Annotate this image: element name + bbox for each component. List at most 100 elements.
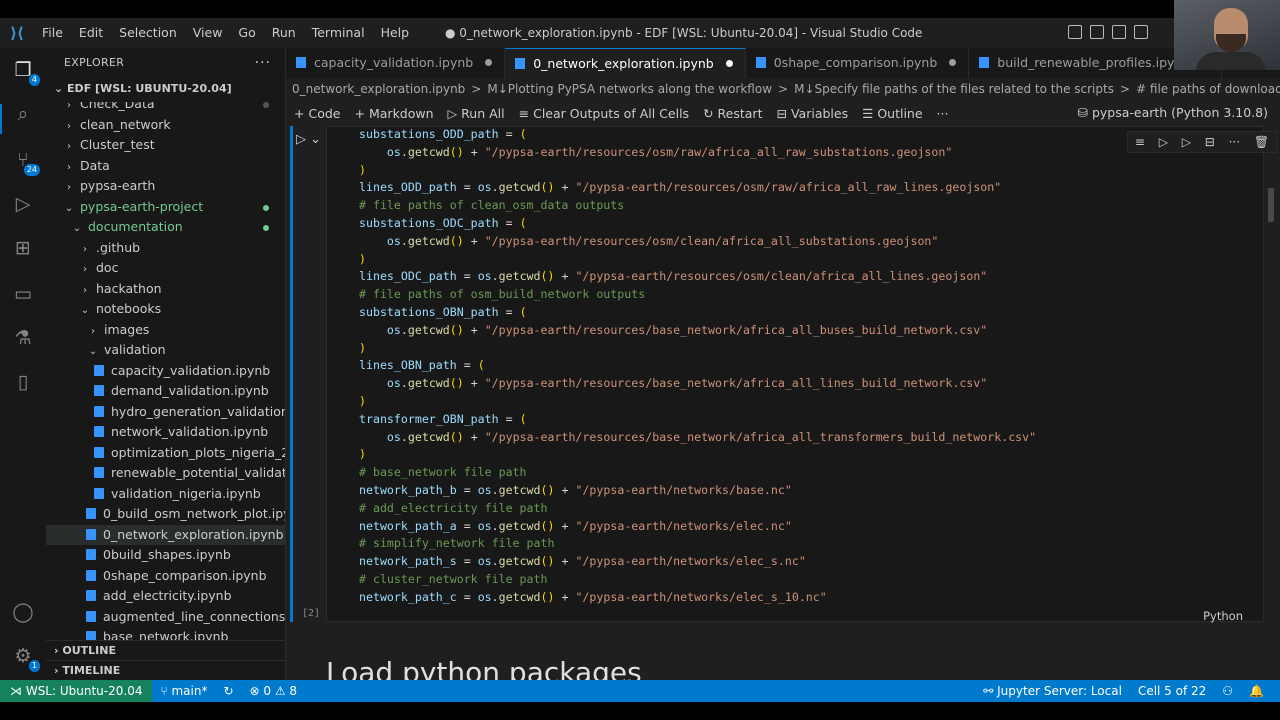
tree-folder[interactable]: › clean_network xyxy=(46,115,285,136)
tree-folder[interactable]: › hackathon xyxy=(46,279,285,300)
tree-folder[interactable]: ⌄ validation xyxy=(46,340,285,361)
remote-explorer-icon[interactable]: ▭ xyxy=(9,280,37,308)
run-above-icon[interactable]: ▷ xyxy=(1159,135,1168,149)
search-icon[interactable]: ⌕ xyxy=(9,100,37,128)
tree-folder[interactable]: › images xyxy=(46,320,285,341)
unsaved-dot-icon[interactable] xyxy=(725,60,733,67)
cell-position[interactable]: Cell 5 of 22 xyxy=(1130,684,1214,698)
git-branch[interactable]: ⑂ main* xyxy=(152,684,215,698)
tree-file[interactable]: renewable_potential_validation.... xyxy=(46,463,285,484)
tree-file[interactable]: hydro_generation_validation.ip... xyxy=(46,402,285,423)
variables-button[interactable]: ⊟ Variables xyxy=(776,106,848,121)
breadcrumb-item[interactable]: 0_network_exploration.ipynb xyxy=(292,82,465,96)
split-cell-icon[interactable]: ≡ xyxy=(1135,135,1145,149)
delete-cell-icon[interactable]: 🗑 xyxy=(1254,135,1269,149)
editor-tab[interactable]: capacity_validation.ipynb xyxy=(286,48,506,78)
timeline-section[interactable]: › TIMELINE xyxy=(46,660,285,680)
menu-file[interactable]: File xyxy=(34,18,71,48)
code-token: network_path_b xyxy=(359,482,457,497)
tree-file[interactable]: base_network.ipynb xyxy=(46,627,285,640)
toolbar-more-button[interactable]: ··· xyxy=(937,106,949,121)
settings-gear-icon[interactable]: ⚙ 1 xyxy=(9,642,40,672)
code-token: os xyxy=(386,322,401,337)
workspace-header[interactable]: ⌄ EDF [WSL: UBUNTU-20.04] xyxy=(46,78,285,100)
tree-folder[interactable]: › doc xyxy=(46,258,285,279)
unsaved-dot-icon[interactable] xyxy=(949,59,957,66)
menu-go[interactable]: Go xyxy=(230,18,263,48)
menu-run[interactable]: Run xyxy=(264,18,304,48)
toggle-primary-sidebar-icon[interactable] xyxy=(1068,25,1082,39)
toggle-secondary-sidebar-icon[interactable] xyxy=(1112,25,1126,39)
toggle-panel-icon[interactable] xyxy=(1090,25,1104,39)
menu-terminal[interactable]: Terminal xyxy=(304,18,373,48)
tree-folder[interactable]: ⌄ documentation xyxy=(46,217,285,238)
code-line: os.getcwd() + "/pypsa-earth/resources/os… xyxy=(359,233,1036,251)
accounts-icon[interactable]: ◯ xyxy=(9,598,37,626)
tree-folder[interactable]: › Cluster_test xyxy=(46,135,285,156)
code-token: + xyxy=(554,589,576,604)
menu-view[interactable]: View xyxy=(185,18,231,48)
window-title: ● 0_network_exploration.ipynb - EDF [WSL… xyxy=(445,26,923,40)
tree-file[interactable]: network_validation.ipynb xyxy=(46,422,285,443)
menu-help[interactable]: Help xyxy=(373,18,418,48)
code-token: + xyxy=(554,554,576,569)
notifications-bell-icon[interactable]: 🔔 xyxy=(1241,684,1272,698)
cell-more-icon[interactable]: ··· xyxy=(1229,135,1240,149)
kernel-picker[interactable]: ⛁ pypsa-earth (Python 3.10.8) xyxy=(1077,100,1268,126)
editor-tab[interactable]: 0_network_exploration.ipynb xyxy=(505,48,746,78)
run-debug-icon[interactable]: ▷ xyxy=(9,190,37,218)
unsaved-dot-icon[interactable] xyxy=(485,59,493,66)
menu-edit[interactable]: Edit xyxy=(71,18,111,48)
tree-file[interactable]: capacity_validation.ipynb xyxy=(46,361,285,382)
problems-indicator[interactable]: ⊗ 0 ⚠ 8 xyxy=(242,684,306,698)
tree-folder[interactable]: ⌄ pypsa-earth-project xyxy=(46,197,285,218)
explorer-icon[interactable]: ❐ 4 xyxy=(9,56,40,86)
editor-tab[interactable]: 0shape_comparison.ipynb xyxy=(746,48,970,78)
sync-icon[interactable]: ↻ xyxy=(215,684,241,698)
menu-selection[interactable]: Selection xyxy=(111,18,185,48)
jupyter-server[interactable]: ⚯ Jupyter Server: Local xyxy=(975,684,1130,698)
outline-button[interactable]: ☰ Outline xyxy=(862,106,922,121)
tree-file[interactable]: 0shape_comparison.ipynb xyxy=(46,566,285,587)
tree-folder[interactable]: ⌄ notebooks xyxy=(46,299,285,320)
tree-file[interactable]: add_electricity.ipynb xyxy=(46,586,285,607)
clear-outputs-button[interactable]: ≡ Clear Outputs of All Cells xyxy=(519,106,689,121)
breadcrumb-item[interactable]: M↓Specify file paths of the files relate… xyxy=(794,82,1114,96)
run-cell-button[interactable]: ▷ ⌄ xyxy=(296,132,321,147)
cell-language[interactable]: Python xyxy=(1203,609,1243,623)
code-editor[interactable]: substations_ODD_path = ( os.getcwd() + "… xyxy=(359,126,1036,607)
jupyter-icon[interactable]: ▯ xyxy=(9,368,37,396)
run-below-icon[interactable]: ▷ xyxy=(1182,135,1191,149)
outline-section[interactable]: › OUTLINE xyxy=(46,640,285,660)
breadcrumb-item[interactable]: M↓Plotting PyPSA networks along the work… xyxy=(487,82,772,96)
add-code-cell-button[interactable]: + Code xyxy=(294,106,341,121)
code-token: () xyxy=(540,482,555,497)
testing-icon[interactable]: ⚗ xyxy=(9,324,37,352)
tree-file[interactable]: demand_validation.ipynb xyxy=(46,381,285,402)
code-line: network_path_c = os.getcwd() + "/pypsa-e… xyxy=(359,589,1036,607)
editor-scrollbar[interactable] xyxy=(1268,188,1274,222)
cell-toolbar: ≡ ▷ ▷ ⊟ ··· 🗑 xyxy=(1127,131,1277,153)
customize-layout-icon[interactable] xyxy=(1134,25,1148,39)
collapse-cell-icon[interactable]: ⊟ xyxy=(1205,135,1215,149)
restart-kernel-button[interactable]: ↻ Restart xyxy=(703,106,762,121)
add-markdown-cell-button[interactable]: + Markdown xyxy=(355,106,434,121)
tree-file[interactable]: 0build_shapes.ipynb xyxy=(46,545,285,566)
tree-folder[interactable]: › Check_Data xyxy=(46,102,285,115)
more-actions-icon[interactable]: ··· xyxy=(255,48,271,78)
breadcrumb-item[interactable]: # file paths of download_osm_data out xyxy=(1136,82,1280,96)
tree-file[interactable]: optimization_plots_nigeria_202... xyxy=(46,443,285,464)
code-token: os xyxy=(386,429,401,444)
run-all-button[interactable]: ▷ Run All xyxy=(448,106,505,121)
tree-file[interactable]: augmented_line_connections.ipy... xyxy=(46,607,285,628)
source-control-icon[interactable]: ⑂ 24 xyxy=(9,146,40,176)
tree-folder[interactable]: › pypsa-earth xyxy=(46,176,285,197)
tree-file[interactable]: validation_nigeria.ipynb xyxy=(46,484,285,505)
feedback-icon[interactable]: ⚇ xyxy=(1214,684,1241,698)
tree-file[interactable]: 0_network_exploration.ipynb xyxy=(46,524,285,545)
remote-indicator[interactable]: ⋊ WSL: Ubuntu-20.04 xyxy=(0,680,153,702)
tree-folder[interactable]: › .github xyxy=(46,238,285,259)
tree-folder[interactable]: › Data xyxy=(46,156,285,177)
extensions-icon[interactable]: ⊞ xyxy=(9,234,37,262)
tree-file[interactable]: 0_build_osm_network_plot.ipynb xyxy=(46,504,285,525)
